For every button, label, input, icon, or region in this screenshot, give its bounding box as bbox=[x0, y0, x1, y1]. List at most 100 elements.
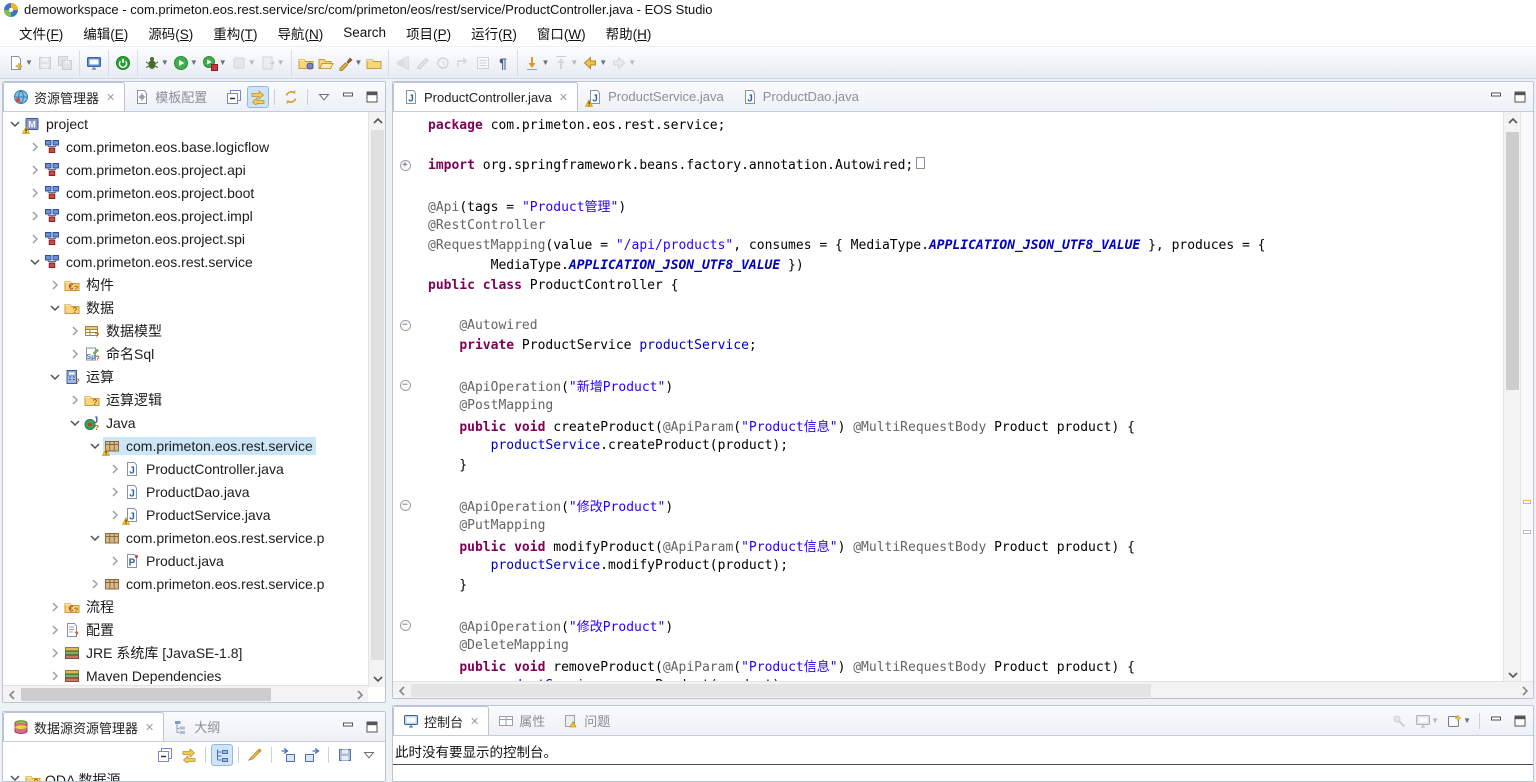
dropdown-arrow-icon[interactable]: ▼ bbox=[248, 58, 256, 67]
tree-item[interactable]: JProductService.java bbox=[3, 503, 385, 526]
menu-Search[interactable]: Search bbox=[333, 22, 396, 43]
chevron-down-icon[interactable] bbox=[87, 530, 103, 546]
chevron-right-icon[interactable] bbox=[107, 507, 123, 523]
datasource-tab-数据源资源管理器[interactable]: 数据源资源管理器✕ bbox=[3, 712, 164, 741]
tree-item[interactable]: com.primeton.eos.project.boot bbox=[3, 181, 385, 204]
fold-marker[interactable]: + bbox=[393, 160, 417, 171]
pilcrow-button[interactable]: ¶ bbox=[493, 53, 513, 73]
chevron-right-icon[interactable] bbox=[27, 139, 43, 155]
maximize-button[interactable] bbox=[362, 87, 382, 107]
tree-item[interactable]: JProductDao.java bbox=[3, 480, 385, 503]
dropdown-arrow-icon[interactable]: ▼ bbox=[355, 58, 363, 67]
view-menu-button[interactable] bbox=[359, 745, 379, 765]
chevron-down-icon[interactable] bbox=[47, 369, 63, 385]
chevron-right-icon[interactable] bbox=[47, 277, 63, 293]
tree-item[interactable]: com.primeton.eos.project.spi bbox=[3, 227, 385, 250]
chevron-right-icon[interactable] bbox=[47, 668, 63, 684]
tree-item[interactable]: ?运算逻辑 bbox=[3, 388, 385, 411]
tree-item[interactable]: J?Java bbox=[3, 411, 385, 434]
chevron-down-icon[interactable] bbox=[47, 300, 63, 316]
minimize-button[interactable] bbox=[338, 87, 358, 107]
refresh-button[interactable] bbox=[281, 87, 301, 107]
tree-item[interactable]: com.primeton.eos.project.impl bbox=[3, 204, 385, 227]
editor-tab-ProductController.java[interactable]: JProductController.java✕ bbox=[393, 82, 578, 111]
chevron-right-icon[interactable] bbox=[27, 231, 43, 247]
chevron-down-icon[interactable] bbox=[7, 770, 23, 782]
last-edit-down-button[interactable]: ▼ bbox=[522, 53, 551, 73]
chevron-down-icon[interactable] bbox=[27, 254, 43, 270]
console-tab-属性[interactable]: 属性 bbox=[489, 706, 554, 735]
console-tab-控制台[interactable]: 控制台✕ bbox=[393, 706, 489, 735]
chevron-down-icon[interactable] bbox=[87, 438, 103, 454]
menu-重构[interactable]: 重构(T) bbox=[203, 20, 267, 46]
scroll-right-button[interactable] bbox=[1516, 682, 1533, 699]
fold-collapse-icon[interactable]: − bbox=[400, 380, 411, 391]
chevron-right-icon[interactable] bbox=[47, 645, 63, 661]
chevron-right-icon[interactable] bbox=[27, 208, 43, 224]
dropdown-arrow-icon[interactable]: ▼ bbox=[599, 58, 607, 67]
tree-item[interactable]: com.primeton.eos.project.api bbox=[3, 158, 385, 181]
scrollbar-thumb[interactable] bbox=[411, 684, 1151, 697]
chevron-right-icon[interactable] bbox=[27, 162, 43, 178]
export-button[interactable] bbox=[302, 745, 322, 765]
minimize-button[interactable] bbox=[338, 717, 358, 737]
debug-button[interactable]: ▼ bbox=[142, 53, 171, 73]
explorer-tab-资源管理器[interactable]: 资源管理器✕ bbox=[3, 82, 125, 111]
collapse-all-button[interactable] bbox=[155, 745, 175, 765]
dropdown-arrow-icon[interactable]: ▼ bbox=[190, 58, 198, 67]
chevron-right-icon[interactable] bbox=[67, 323, 83, 339]
scrollbar-thumb[interactable] bbox=[1506, 132, 1519, 390]
fold-collapse-icon[interactable]: − bbox=[400, 620, 411, 631]
collapse-all-button[interactable] bbox=[224, 87, 244, 107]
tree-item[interactable]: Mproject bbox=[3, 112, 385, 135]
chevron-right-icon[interactable] bbox=[107, 484, 123, 500]
editor-horizontal-scrollbar[interactable] bbox=[393, 681, 1533, 698]
maximize-button[interactable] bbox=[1510, 87, 1530, 107]
dropdown-arrow-icon[interactable]: ▼ bbox=[570, 58, 578, 67]
tree-item[interactable]: JRE 系统库 [JavaSE-1.8] bbox=[3, 641, 385, 664]
dropdown-arrow-icon[interactable]: ▼ bbox=[1431, 716, 1439, 725]
tree-item[interactable]: com.primeton.eos.rest.service bbox=[3, 250, 385, 273]
new-wizard-button[interactable]: ▼ bbox=[6, 53, 35, 73]
chevron-right-icon[interactable] bbox=[107, 553, 123, 569]
dropdown-arrow-icon[interactable]: ▼ bbox=[628, 58, 636, 67]
scroll-up-button[interactable] bbox=[1504, 112, 1521, 129]
dropdown-arrow-icon[interactable]: ▼ bbox=[161, 58, 169, 67]
dropdown-arrow-icon[interactable]: ▼ bbox=[277, 58, 285, 67]
explorer-tab-模板配置[interactable]: 模板配置 bbox=[125, 82, 216, 111]
chevron-right-icon[interactable] bbox=[87, 576, 103, 592]
new-console-button[interactable]: ▼ bbox=[1445, 711, 1473, 731]
dropdown-arrow-icon[interactable]: ▼ bbox=[25, 58, 33, 67]
close-icon[interactable]: ✕ bbox=[106, 91, 115, 104]
editor-tab-ProductService.java[interactable]: JProductService.java bbox=[578, 82, 733, 111]
tree-item[interactable]: com.primeton.eos.rest.service.p bbox=[3, 526, 385, 549]
tree-item[interactable]: com.primeton.eos.rest.service bbox=[3, 434, 385, 457]
maximize-button[interactable] bbox=[362, 717, 382, 737]
tree-item[interactable]: JProductController.java bbox=[3, 457, 385, 480]
menu-源码[interactable]: 源码(S) bbox=[138, 20, 203, 46]
close-icon[interactable]: ✕ bbox=[145, 721, 154, 734]
scroll-right-button[interactable] bbox=[351, 686, 368, 703]
tree-vertical-scrollbar[interactable] bbox=[368, 112, 385, 687]
folder-open-button[interactable] bbox=[316, 53, 336, 73]
menu-运行[interactable]: 运行(R) bbox=[461, 20, 527, 46]
fold-marker[interactable]: − bbox=[393, 620, 417, 631]
tree-item[interactable]: €?构件 bbox=[3, 273, 385, 296]
link-editor-button[interactable] bbox=[179, 745, 199, 765]
menu-项目[interactable]: 项目(P) bbox=[396, 20, 461, 46]
code-editor[interactable]: package com.primeton.eos.rest.service;+i… bbox=[393, 112, 1503, 683]
tree-item[interactable]: ?配置 bbox=[3, 618, 385, 641]
menu-窗口[interactable]: 窗口(W) bbox=[527, 20, 596, 46]
tree-item[interactable]: com.primeton.eos.base.logicflow bbox=[3, 135, 385, 158]
scroll-left-button[interactable] bbox=[3, 686, 20, 703]
chevron-right-icon[interactable] bbox=[107, 461, 123, 477]
chevron-down-icon[interactable] bbox=[7, 116, 23, 132]
remote-console-button[interactable] bbox=[84, 53, 104, 73]
chevron-right-icon[interactable] bbox=[67, 392, 83, 408]
tree-item[interactable]: ?数据 bbox=[3, 296, 385, 319]
scrollbar-thumb[interactable] bbox=[371, 130, 384, 660]
scroll-up-button[interactable] bbox=[369, 112, 386, 129]
datasource-tab-大纲[interactable]: 大纲 bbox=[164, 712, 229, 741]
scroll-down-button[interactable] bbox=[369, 670, 386, 687]
connect-button[interactable] bbox=[245, 745, 265, 765]
